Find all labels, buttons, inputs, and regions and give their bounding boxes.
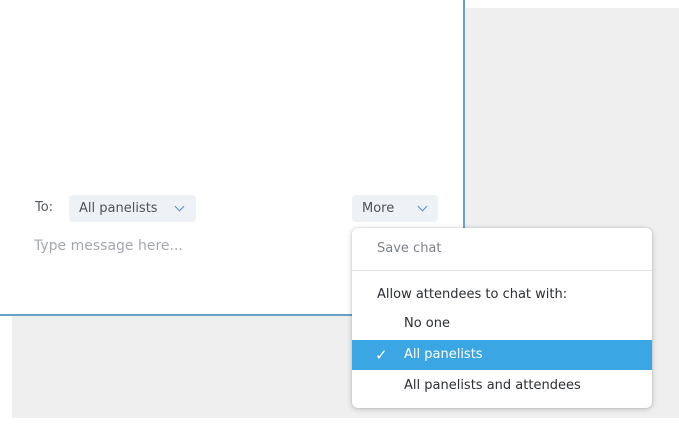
message-input[interactable]	[34, 234, 334, 258]
chevron-down-icon	[174, 201, 185, 212]
to-label: To:	[35, 200, 54, 215]
more-dropdown-menu: Save chat Allow attendees to chat with: …	[352, 228, 652, 408]
checkmark-icon: ✓	[375, 346, 388, 364]
recipient-select-value: All panelists	[79, 201, 158, 216]
menu-option-no-one[interactable]: No one	[352, 309, 652, 339]
more-button[interactable]: More	[352, 195, 438, 222]
menu-option-all-panelists-and-attendees[interactable]: All panelists and attendees	[352, 371, 652, 401]
recipient-select[interactable]: All panelists	[69, 195, 196, 222]
menu-divider	[352, 270, 652, 271]
more-button-label: More	[362, 201, 395, 216]
menu-item-save-chat[interactable]: Save chat	[352, 228, 652, 270]
allow-attendees-label: Allow attendees to chat with:	[377, 287, 568, 302]
menu-option-label: No one	[404, 316, 451, 331]
menu-option-all-panelists[interactable]: ✓ All panelists	[352, 340, 652, 370]
menu-option-label: All panelists and attendees	[404, 378, 581, 393]
chevron-down-icon	[417, 201, 428, 212]
menu-option-label: All panelists	[404, 347, 483, 362]
